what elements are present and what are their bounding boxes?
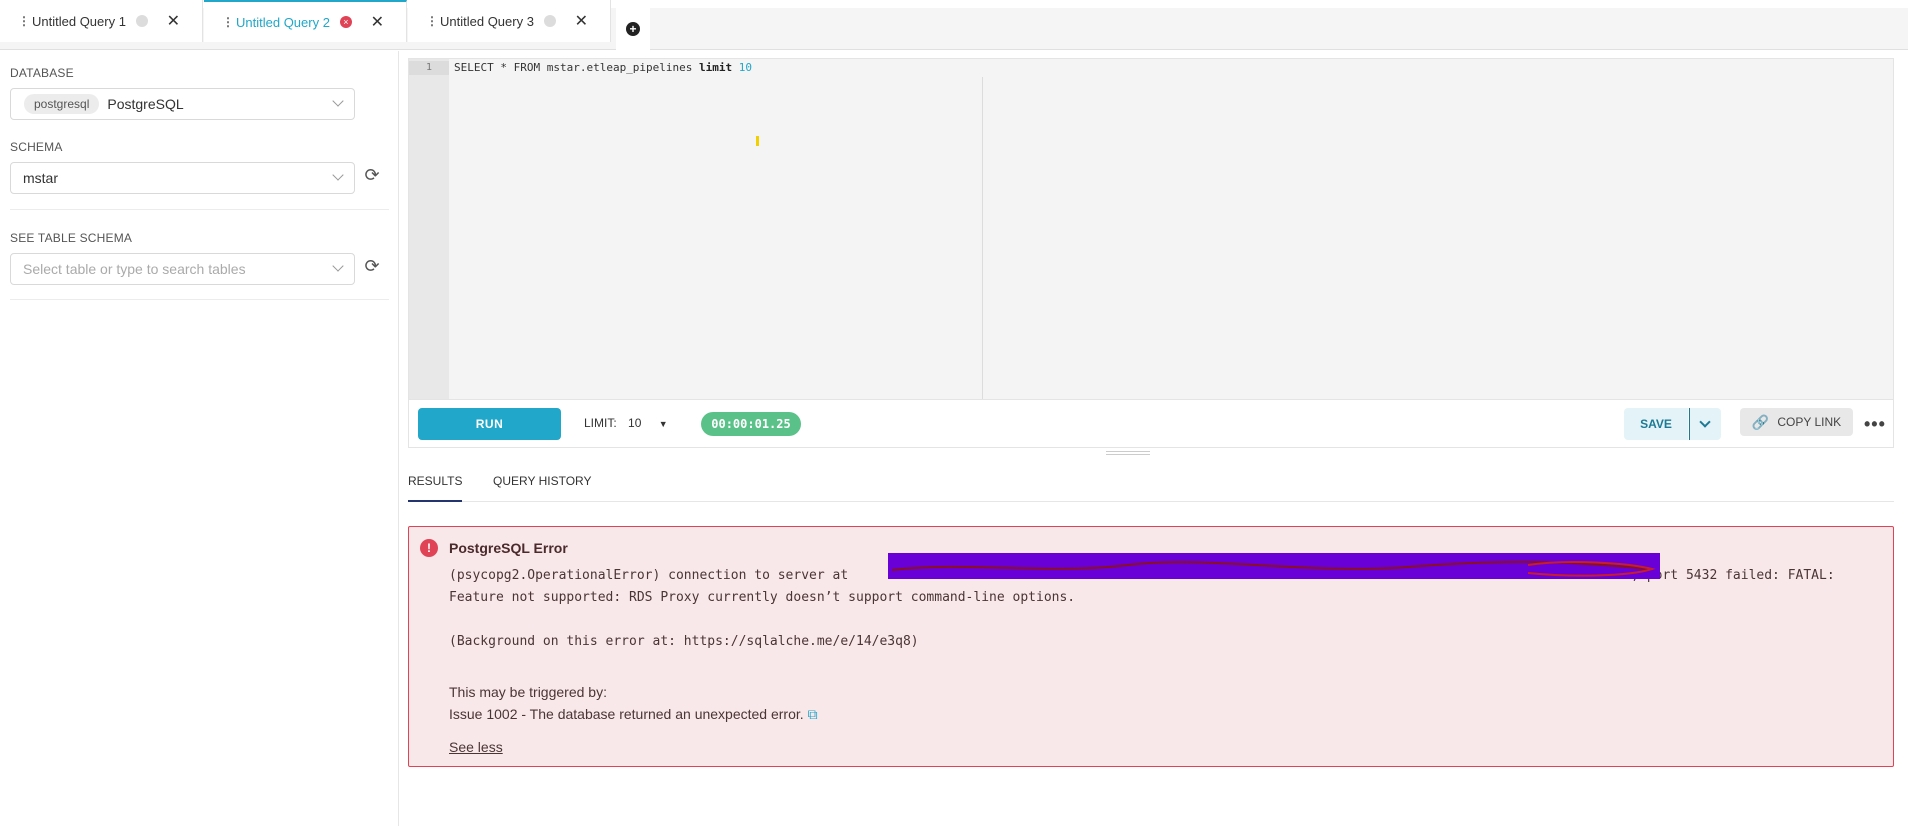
limit-label: LIMIT: xyxy=(584,416,617,430)
tab-results[interactable]: RESULTS xyxy=(408,474,463,502)
redaction-scribble xyxy=(888,553,1660,579)
query-sidebar: DATABASE postgresql PostgreSQL SCHEMA ms… xyxy=(0,51,399,826)
status-dot-icon xyxy=(543,15,556,27)
link-icon: 🔗 xyxy=(1751,413,1770,430)
chevron-down-icon xyxy=(332,95,344,107)
schema-value: mstar xyxy=(23,170,58,186)
tab-label: Untitled Query 2 xyxy=(236,14,330,30)
divider xyxy=(10,209,389,210)
table-schema-label: SEE TABLE SCHEMA xyxy=(10,231,133,245)
query-toolbar: RUN LIMIT: 10 ▼ 00:00:01.25 SAVE 🔗 COPY … xyxy=(408,400,1894,448)
error-alert: ! PostgreSQL Error (psycopg2.Operational… xyxy=(408,526,1894,767)
drag-handle-icon[interactable]: ⋮ xyxy=(18,14,30,28)
external-link-icon[interactable]: ⧉ xyxy=(808,706,818,722)
save-dropdown-button[interactable] xyxy=(1689,408,1721,440)
line-number: 1 xyxy=(409,61,449,75)
database-value: PostgreSQL xyxy=(107,96,184,112)
more-options-icon[interactable]: ••• xyxy=(1864,414,1886,435)
results-tabs: RESULTS QUERY HISTORY xyxy=(408,470,1894,502)
add-tab-button[interactable]: + xyxy=(616,8,650,50)
tab-label: Untitled Query 1 xyxy=(32,13,126,29)
schema-label: SCHEMA xyxy=(10,140,63,154)
sql-limit-keyword: limit xyxy=(699,61,733,74)
close-tab-icon[interactable]: ✕ xyxy=(575,11,588,31)
error-title: PostgreSQL Error xyxy=(449,540,568,556)
limit-value: 10 xyxy=(628,416,642,430)
copy-link-label: COPY LINK xyxy=(1777,415,1842,429)
schema-select[interactable]: mstar xyxy=(10,162,355,194)
chevron-down-icon xyxy=(1699,416,1711,428)
save-button[interactable]: SAVE xyxy=(1624,408,1688,440)
caret-down-icon: ▼ xyxy=(658,419,668,429)
tab-untitled-query-1[interactable]: ⋮ Untitled Query 1 ✕ xyxy=(0,0,203,42)
close-tab-icon[interactable]: ✕ xyxy=(167,11,180,31)
mouse-cursor-mark xyxy=(756,136,759,146)
refresh-tables-icon[interactable]: ⟳ xyxy=(362,256,382,276)
tab-label: Untitled Query 3 xyxy=(440,13,534,29)
database-type-pill: postgresql xyxy=(24,94,100,114)
error-line-3: (Background on this error at: https://sq… xyxy=(449,634,919,649)
database-label: DATABASE xyxy=(10,66,74,80)
issue-item: Issue 1002 - The database returned an un… xyxy=(449,706,818,723)
editor-gutter: 1 xyxy=(409,59,449,399)
issue-text: Issue 1002 - The database returned an un… xyxy=(449,706,804,722)
close-tab-icon[interactable]: ✕ xyxy=(371,12,384,32)
table-select[interactable]: Select table or type to search tables xyxy=(10,253,355,285)
copy-link-button[interactable]: 🔗 COPY LINK xyxy=(1740,408,1853,436)
chevron-down-icon xyxy=(332,169,344,181)
error-line-1a: (psycopg2.OperationalError) connection t… xyxy=(449,568,849,583)
limit-dropdown[interactable]: LIMIT: 10 ▼ xyxy=(584,416,668,430)
tab-untitled-query-2[interactable]: ⋮ Untitled Query 2 × ✕ xyxy=(204,0,407,42)
error-status-icon: × xyxy=(339,16,352,28)
status-dot-icon xyxy=(135,15,148,27)
sql-limit-value: 10 xyxy=(738,61,753,74)
see-less-link[interactable]: See less xyxy=(449,739,503,755)
table-select-placeholder: Select table or type to search tables xyxy=(23,261,246,277)
triggered-by-text: This may be triggered by: xyxy=(449,684,607,700)
database-select[interactable]: postgresql PostgreSQL xyxy=(10,88,355,120)
chevron-down-icon xyxy=(332,260,344,272)
error-exclamation-icon: ! xyxy=(420,539,438,557)
run-button[interactable]: RUN xyxy=(418,408,561,440)
error-line-1b: , port 5432 failed: FATAL: xyxy=(1631,568,1835,583)
drag-handle-icon[interactable]: ⋮ xyxy=(222,15,234,29)
plus-circle-icon: + xyxy=(626,22,640,36)
drag-handle-icon[interactable]: ⋮ xyxy=(426,14,438,28)
resize-handle[interactable] xyxy=(1106,451,1150,457)
divider xyxy=(10,299,389,300)
tab-query-history[interactable]: QUERY HISTORY xyxy=(493,474,591,502)
tab-untitled-query-3[interactable]: ⋮ Untitled Query 3 ✕ xyxy=(408,0,611,42)
refresh-schema-icon[interactable]: ⟳ xyxy=(362,165,382,185)
sql-editor[interactable]: 1 SELECT * FROM mstar.etleap_pipelines l… xyxy=(408,58,1894,400)
error-line-2: Feature not supported: RDS Proxy current… xyxy=(449,590,1076,605)
print-margin xyxy=(982,77,983,399)
sql-select-text: SELECT * FROM mstar.etleap_pipelines xyxy=(454,61,700,74)
query-timer: 00:00:01.25 xyxy=(701,412,801,436)
sql-code[interactable]: SELECT * FROM mstar.etleap_pipelines lim… xyxy=(454,61,752,75)
